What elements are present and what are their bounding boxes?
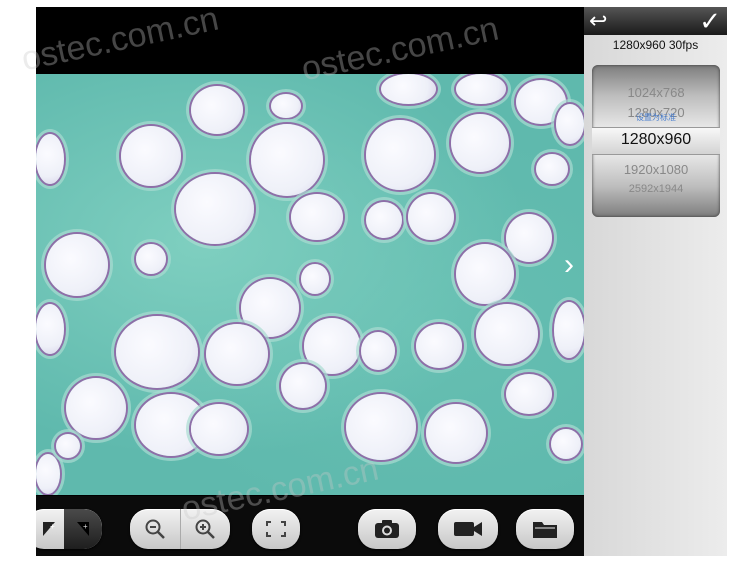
back-icon[interactable]: ↩ [589,9,607,33]
settings-panel: ↩ ✓ 1280x960 30fps 1024x768 1280x720 设置为… [584,7,727,556]
specimen-cell [121,126,181,186]
specimen-cell [366,202,402,238]
overlay-right-button[interactable]: + [64,509,102,549]
specimen-cell [536,154,568,184]
camera-button[interactable] [358,509,416,549]
specimen-cell [136,244,166,274]
resolution-option-selected[interactable]: 1280x960 [592,131,720,149]
microscope-viewer: › + + [36,7,584,556]
specimen-cell [416,324,462,368]
specimen-cell [426,404,486,462]
svg-text:+: + [83,522,88,531]
specimen-cell [506,214,552,262]
zoom-out-icon [145,519,165,539]
confirm-icon[interactable]: ✓ [699,8,721,34]
specimen-cell [36,134,64,184]
specimen-cell [301,264,329,294]
specimen-cell [191,404,247,454]
specimen-cell [36,454,60,494]
specimen-cell [291,194,343,240]
zoom-in-icon [195,519,215,539]
folder-icon [533,522,557,538]
specimen-cell [381,74,436,104]
resolution-option[interactable]: 1024x768 [592,85,720,100]
fullscreen-button[interactable] [252,509,300,549]
app-screen: › + + ↩ ✓ 1280x960 30fps 1024x768 1280x7… [36,7,727,556]
specimen-cell [176,174,254,244]
overlay-left-button[interactable]: + [36,509,64,549]
overlay-toggle-group: + + [36,509,102,549]
specimen-cell [361,332,395,370]
specimen-cell [366,120,434,190]
microscope-image[interactable] [36,74,584,495]
folder-button[interactable] [516,509,574,549]
specimen-cell [456,244,514,304]
video-button[interactable] [438,509,498,549]
specimen-cell [456,74,506,104]
resolution-sublabel: 设置为标准 [636,113,676,122]
specimen-cell [36,304,64,354]
specimen-cell [476,304,538,364]
current-resolution: 1280x960 30fps [612,38,699,52]
video-camera-icon [454,522,482,536]
specimen-cell [451,114,509,172]
specimen-cell [66,378,126,438]
specimen-cell [408,194,454,240]
zoom-group [130,509,230,549]
specimen-cell [554,302,584,358]
specimen-cell [346,394,416,460]
specimen-cell [206,324,268,384]
camera-icon [375,520,399,538]
fullscreen-icon [266,521,286,537]
specimen-cell [46,234,108,296]
specimen-cell [281,364,325,408]
svg-text:+: + [50,522,55,531]
specimen-cell [251,124,323,196]
specimen-cell [551,429,581,459]
resolution-option[interactable]: 2592x1944 [592,183,720,195]
panel-header: ↩ ✓ [584,7,727,35]
overlay-icon: + [77,522,89,536]
specimen-cell [56,434,80,458]
zoom-out-button[interactable] [130,509,181,549]
specimen-cell [271,94,301,118]
bottom-toolbar: + + [36,496,584,556]
resolution-picker[interactable]: 1024x768 1280x720 设置为标准 1280x960 1920x10… [592,65,720,217]
specimen-cell [116,316,198,388]
overlay-icon: + [43,522,55,536]
specimen-cell [506,374,552,414]
zoom-in-button[interactable] [180,509,230,549]
next-arrow-icon[interactable]: › [564,250,574,280]
specimen-cell [191,86,243,134]
resolution-option[interactable]: 1920x1080 [592,162,720,177]
specimen-cell [556,104,584,144]
